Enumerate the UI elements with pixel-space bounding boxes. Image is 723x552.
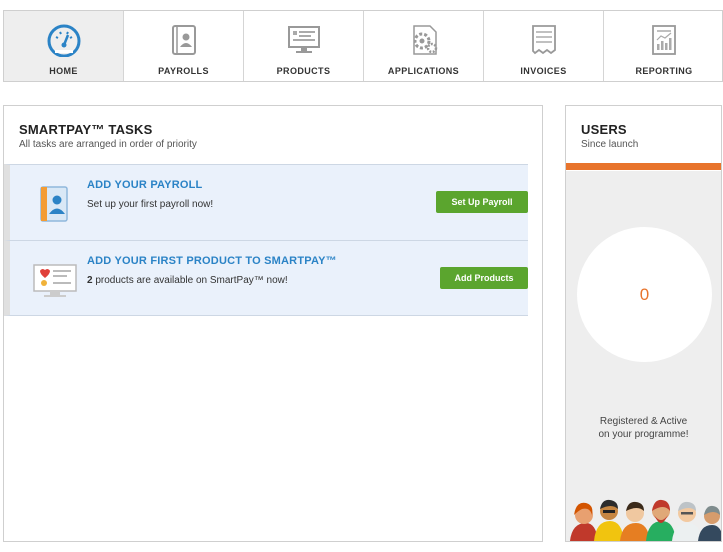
product-monitor-icon [32,259,77,301]
nav-label: PRODUCTS [276,66,331,76]
add-products-button[interactable]: Add Products [440,267,528,289]
users-panel: USERS Since launch 0 Registered & Active… [565,105,722,542]
task-description: 2 products are available on SmartPay™ no… [87,275,288,286]
nav-label: APPLICATIONS [387,66,460,76]
nav-item-reporting[interactable]: REPORTING [604,11,723,81]
task-title: ADD YOUR FIRST PRODUCT TO SMARTPAY™ [87,255,337,267]
users-note: Registered & Active on your programme! [566,415,721,441]
users-header: USERS Since launch [566,106,721,163]
task-description: Set up your first payroll now! [87,199,214,210]
contact-book-icon [164,23,204,57]
nav-item-invoices[interactable]: INVOICES [484,11,604,81]
users-title: USERS [581,122,627,137]
nav-item-products[interactable]: PRODUCTS [244,11,364,81]
nav-label: PAYROLLS [158,66,209,76]
receipt-icon [524,23,564,57]
report-chart-icon [644,23,684,57]
dashboard-icon [44,23,84,57]
tasks-subtitle: All tasks are arranged in order of prior… [19,139,197,150]
users-note-line1: Registered & Active [599,416,688,427]
nav-item-home[interactable]: HOME [4,11,124,81]
main-nav: HOME PAYROLLS PRODUCTS APPLICATIONS INVO… [3,10,723,82]
nav-label: HOME [49,66,78,76]
people-illustration [570,499,721,541]
task-title: ADD YOUR PAYROLL [87,179,203,191]
users-note-line2: on your programme! [598,429,689,440]
users-body: 0 Registered & Active on your programme! [566,171,721,541]
task-add-product: ADD YOUR FIRST PRODUCT TO SMARTPAY™ 2 pr… [4,240,528,316]
nav-label: INVOICES [520,66,567,76]
tasks-panel: SMARTPAY™ TASKS All tasks are arranged i… [3,105,543,542]
users-subtitle: Since launch [581,139,639,150]
nav-item-applications[interactable]: APPLICATIONS [364,11,484,81]
set-up-payroll-button[interactable]: Set Up Payroll [436,191,528,213]
task-add-payroll: ADD YOUR PAYROLL Set up your first payro… [4,164,528,240]
task-description-text: products are available on SmartPay™ now! [92,275,288,286]
users-accent-bar [566,163,721,170]
users-count: 0 [577,227,712,362]
nav-item-payrolls[interactable]: PAYROLLS [124,11,244,81]
gears-icon [404,23,444,57]
payroll-book-icon [32,183,74,225]
tasks-title: SMARTPAY™ TASKS [19,122,153,137]
tasks-header: SMARTPAY™ TASKS All tasks are arranged i… [4,106,542,164]
monitor-icon [284,23,324,57]
nav-label: REPORTING [635,66,693,76]
